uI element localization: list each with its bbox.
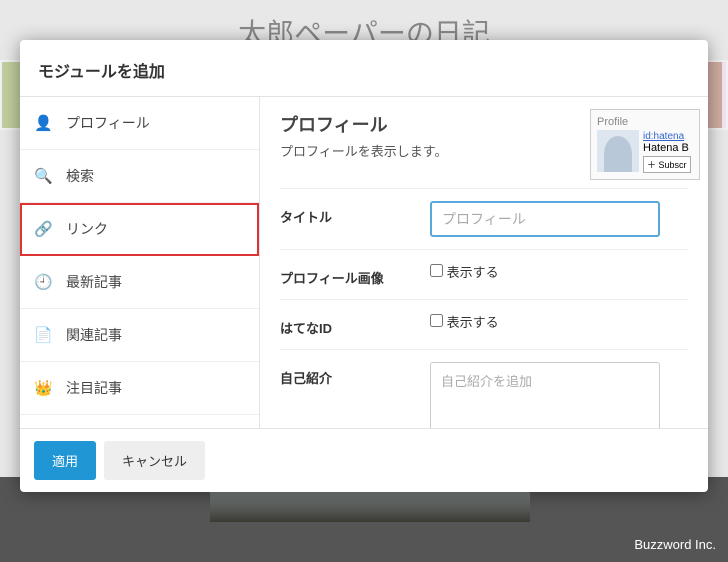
hatena-id-label: はてなID <box>280 312 430 337</box>
modal-title: モジュールを追加 <box>20 40 708 96</box>
title-label: タイトル <box>280 201 430 226</box>
sidebar-item-label: 注目記事 <box>66 378 122 398</box>
clock-icon: 🕘 <box>34 273 52 291</box>
profile-preview-card: Profile id:hatena Hatena B ＋ Subscr <box>590 109 700 180</box>
sidebar-item-5[interactable]: 👑 注目記事 <box>20 362 259 415</box>
sidebar-item-label: 検索 <box>66 166 94 186</box>
sidebar-item-6[interactable]: ☰月別アーカイブ <box>20 415 259 428</box>
sidebar-item-4[interactable]: 📄 関連記事 <box>20 309 259 362</box>
subscribe-button[interactable]: ＋ Subscr <box>643 156 691 173</box>
module-list-sidebar[interactable]: 👤プロフィール🔍検索🔗リンク🕘最新記事📄関連記事👑注目記事☰月別アーカイブ📁カテ… <box>20 97 260 428</box>
add-module-modal: モジュールを追加 👤 プロフィール 🔍 検索 🔗 リンク 🕘 最新記事 📄 関連記事 👑 注目記事 ☰月… <box>20 40 708 492</box>
profile-image-check-label: 表示する <box>447 265 499 280</box>
apply-button[interactable]: 適用 <box>34 441 96 480</box>
copyright: Buzzword Inc. <box>634 537 716 552</box>
bio-textarea[interactable] <box>430 362 660 428</box>
avatar <box>597 130 639 172</box>
profile-image-label: プロフィール画像 <box>280 262 430 287</box>
profile-name: Hatena B <box>643 142 689 154</box>
link-icon: 🔗 <box>34 220 52 238</box>
title-input[interactable] <box>430 201 660 237</box>
document-icon: 📄 <box>34 326 52 344</box>
sidebar-item-label: 関連記事 <box>66 325 122 345</box>
person-icon: 👤 <box>34 114 52 132</box>
cancel-button[interactable]: キャンセル <box>104 441 205 480</box>
sidebar-item-label: 最新記事 <box>66 272 122 292</box>
hatena-id-check-label: 表示する <box>447 315 499 330</box>
sidebar-item-2[interactable]: 🔗 リンク <box>20 203 259 256</box>
bio-label: 自己紹介 <box>280 362 430 387</box>
module-settings-panel: プロフィール プロフィールを表示します。 Profile id:hatena H… <box>260 97 708 428</box>
profile-image-checkbox[interactable] <box>430 264 443 277</box>
sidebar-item-0[interactable]: 👤 プロフィール <box>20 97 259 150</box>
sidebar-item-label: プロフィール <box>66 113 150 133</box>
sidebar-item-1[interactable]: 🔍 検索 <box>20 150 259 203</box>
sidebar-item-label: リンク <box>66 219 108 239</box>
search-icon: 🔍 <box>34 167 52 185</box>
crown-icon: 👑 <box>34 379 52 397</box>
profile-id-link[interactable]: id:hatena <box>643 131 684 142</box>
sidebar-item-3[interactable]: 🕘 最新記事 <box>20 256 259 309</box>
profile-card-title: Profile <box>597 116 693 128</box>
hatena-id-checkbox[interactable] <box>430 314 443 327</box>
